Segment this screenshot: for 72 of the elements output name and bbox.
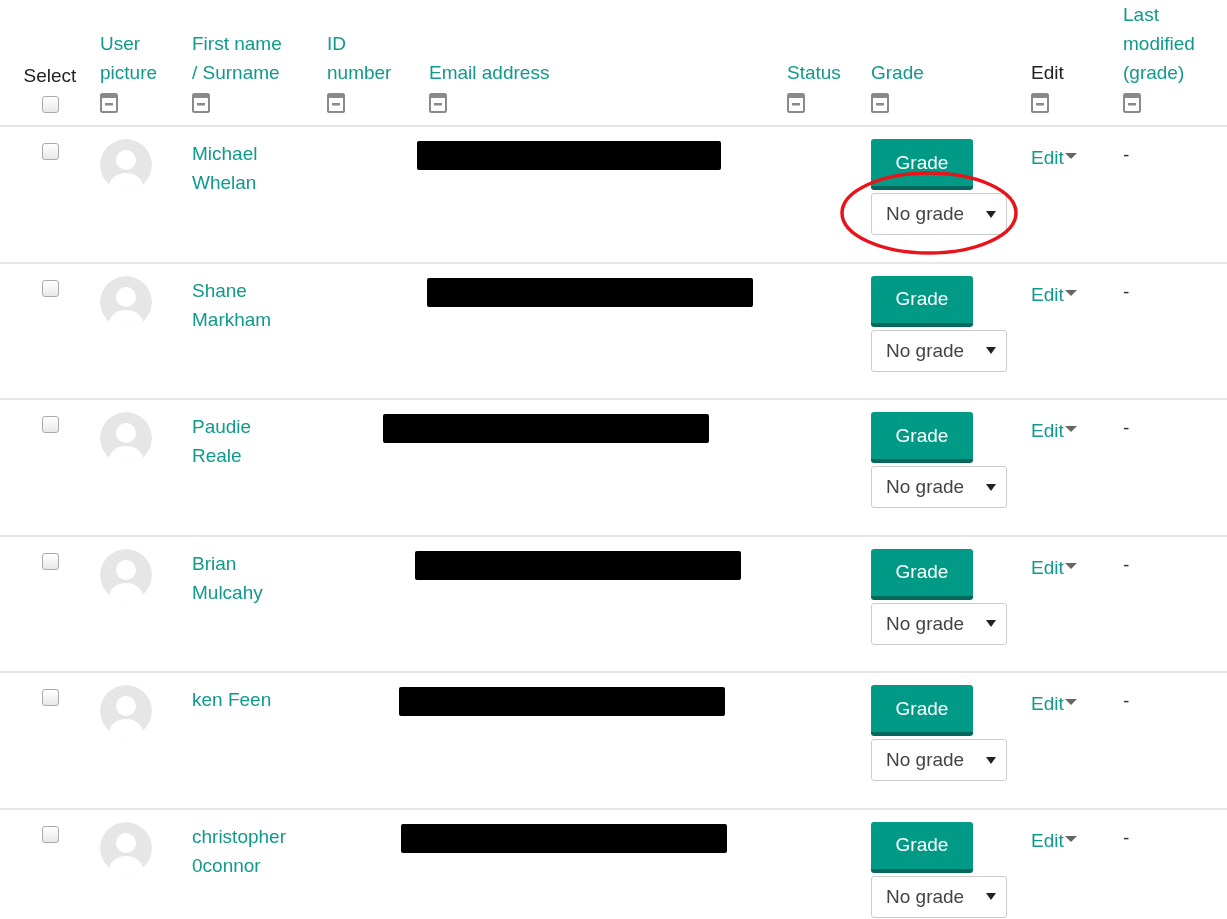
- last-modified-text: -: [1123, 825, 1130, 849]
- edit-menu-link[interactable]: Edit: [1031, 821, 1077, 852]
- column-header[interactable]: First name / Surname: [192, 29, 292, 87]
- caret-icon: [986, 756, 996, 764]
- collapse-column-icon[interactable]: [327, 93, 345, 113]
- grade-dropdown[interactable]: No grade: [871, 329, 1007, 372]
- row-checkbox[interactable]: [42, 825, 59, 843]
- avatar-silhouette-icon: [100, 275, 152, 328]
- caret-icon: [1064, 153, 1077, 161]
- row-checkbox[interactable]: [42, 552, 59, 570]
- grade-dropdown[interactable]: No grade: [871, 466, 1007, 508]
- collapse-column-icon[interactable]: [787, 93, 805, 113]
- grade-dropdown[interactable]: No grade: [871, 602, 1007, 645]
- edit-menu-link[interactable]: Edit: [1031, 139, 1077, 169]
- caret-icon: [1064, 835, 1077, 844]
- last-modified-text: -: [1123, 416, 1130, 439]
- collapse-column-icon[interactable]: [429, 93, 447, 113]
- column-header: Edit: [1031, 61, 1064, 85]
- collapse-column-icon[interactable]: [192, 93, 210, 113]
- caret-icon: [986, 893, 996, 900]
- caret-icon: [986, 620, 996, 627]
- column-header[interactable]: Email address: [429, 58, 550, 87]
- caret-icon: [986, 347, 996, 354]
- edit-menu-link[interactable]: Edit: [1031, 412, 1077, 442]
- student-name-link[interactable]: ken Feen: [192, 685, 327, 714]
- student-name-link[interactable]: Brian Mulcahy: [192, 548, 327, 607]
- column-header[interactable]: Grade: [871, 58, 924, 87]
- row-checkbox[interactable]: [42, 689, 59, 706]
- grade-button[interactable]: Grade: [871, 139, 973, 190]
- grade-button[interactable]: Grade: [871, 548, 973, 600]
- caret-icon: [1064, 426, 1077, 434]
- collapse-column-icon[interactable]: [1031, 93, 1049, 113]
- grade-button[interactable]: Grade: [871, 685, 973, 736]
- grade-dropdown[interactable]: No grade: [871, 193, 1007, 235]
- last-modified-text: -: [1123, 552, 1130, 576]
- caret-icon: [986, 210, 996, 218]
- grade-dropdown[interactable]: No grade: [871, 875, 1007, 918]
- last-modified-text: -: [1123, 279, 1130, 303]
- caret-icon: [1064, 562, 1077, 571]
- column-header[interactable]: Last modified (grade): [1123, 0, 1227, 87]
- avatar-silhouette-icon: [100, 685, 152, 737]
- grade-button[interactable]: Grade: [871, 275, 973, 327]
- column-header[interactable]: ID number: [327, 29, 407, 87]
- edit-menu-link[interactable]: Edit: [1031, 548, 1077, 579]
- edit-menu-link[interactable]: Edit: [1031, 685, 1077, 715]
- edit-menu-link[interactable]: Edit: [1031, 275, 1077, 306]
- column-header: Select: [23, 64, 77, 88]
- grade-button[interactable]: Grade: [871, 412, 973, 463]
- student-name-link[interactable]: Michael Whelan: [192, 139, 327, 197]
- collapse-column-icon[interactable]: [1123, 93, 1141, 113]
- select-all-checkbox[interactable]: [41, 96, 59, 113]
- caret-icon: [1064, 699, 1077, 707]
- last-modified-text: -: [1123, 689, 1130, 712]
- student-name-link[interactable]: christopher 0connor: [192, 821, 327, 880]
- row-checkbox[interactable]: [42, 416, 59, 433]
- avatar-silhouette-icon: [100, 821, 152, 874]
- row-checkbox[interactable]: [42, 279, 59, 297]
- avatar-silhouette-icon: [100, 548, 152, 601]
- caret-icon: [986, 483, 996, 491]
- row-checkbox[interactable]: [42, 143, 59, 160]
- avatar-silhouette-icon: [100, 139, 152, 191]
- column-header[interactable]: Status: [787, 58, 841, 87]
- grade-button[interactable]: Grade: [871, 821, 973, 873]
- student-name-link[interactable]: Paudie Reale: [192, 412, 327, 470]
- caret-icon: [1064, 289, 1077, 298]
- grade-dropdown[interactable]: No grade: [871, 739, 1007, 781]
- last-modified-text: -: [1123, 143, 1130, 166]
- collapse-column-icon[interactable]: [871, 93, 889, 113]
- avatar-silhouette-icon: [100, 412, 152, 464]
- column-header[interactable]: User picture: [100, 29, 192, 87]
- student-name-link[interactable]: Shane Markham: [192, 275, 327, 334]
- collapse-column-icon[interactable]: [100, 93, 118, 113]
